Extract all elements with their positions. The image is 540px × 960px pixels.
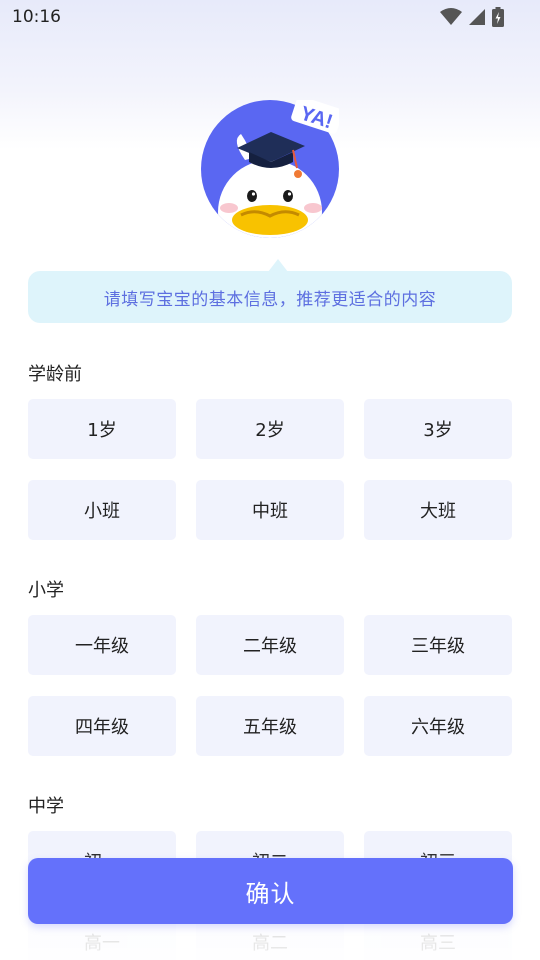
option-grade-3[interactable]: 三年级 — [364, 615, 512, 675]
signal-icon — [468, 8, 486, 26]
baby-info-page: 10:16 YA! 请填写宝宝的基本信息，推荐更适合的内容 学龄前 1岁 2岁 … — [0, 0, 540, 960]
preschool-options: 1岁 2岁 3岁 小班 中班 大班 — [28, 399, 513, 540]
option-age-3[interactable]: 3岁 — [364, 399, 512, 459]
status-bar: 10:16 — [0, 0, 540, 34]
option-age-2[interactable]: 2岁 — [196, 399, 344, 459]
section-title-preschool: 学龄前 — [28, 364, 82, 385]
section-title-primary: 小学 — [28, 580, 64, 601]
option-middle-class[interactable]: 中班 — [196, 480, 344, 540]
wifi-icon — [440, 8, 462, 26]
tip-text: 请填写宝宝的基本信息，推荐更适合的内容 — [103, 289, 437, 310]
battery-icon — [492, 7, 504, 27]
status-icons — [440, 7, 504, 27]
section-title-secondary: 中学 — [28, 796, 64, 817]
duck-mascot: YA! — [201, 96, 343, 238]
primary-options: 一年级 二年级 三年级 四年级 五年级 六年级 — [28, 615, 513, 756]
option-grade-4[interactable]: 四年级 — [28, 696, 176, 756]
option-small-class[interactable]: 小班 — [28, 480, 176, 540]
option-grade-1[interactable]: 一年级 — [28, 615, 176, 675]
option-grade-2[interactable]: 二年级 — [196, 615, 344, 675]
tip-bubble: 请填写宝宝的基本信息，推荐更适合的内容 — [28, 259, 512, 323]
option-grade-6[interactable]: 六年级 — [364, 696, 512, 756]
status-time: 10:16 — [12, 7, 61, 27]
option-grade-5[interactable]: 五年级 — [196, 696, 344, 756]
option-big-class[interactable]: 大班 — [364, 480, 512, 540]
confirm-button[interactable]: 确认 — [28, 858, 513, 924]
option-age-1[interactable]: 1岁 — [28, 399, 176, 459]
